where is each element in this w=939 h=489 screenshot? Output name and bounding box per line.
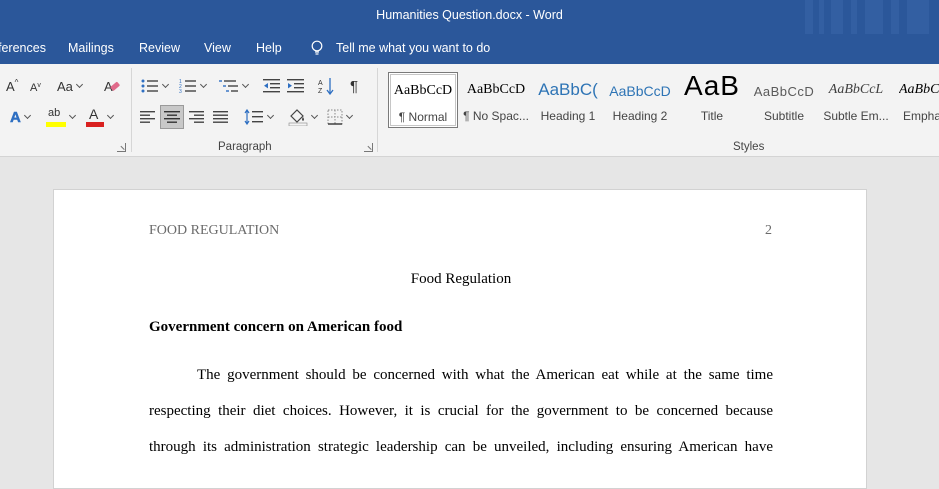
style-heading-2[interactable]: AaBbCcD Heading 2 bbox=[605, 72, 675, 128]
style-name: Heading 2 bbox=[612, 109, 668, 123]
line-spacing-icon bbox=[244, 109, 263, 125]
paragraph-group-label: Paragraph bbox=[218, 141, 272, 153]
style-name: Title bbox=[700, 109, 724, 123]
align-center-button[interactable] bbox=[160, 105, 184, 129]
align-right-icon bbox=[189, 111, 204, 123]
borders-icon bbox=[327, 109, 343, 125]
style-subtle-emphasis[interactable]: AaBbCcL Subtle Em... bbox=[821, 72, 891, 128]
shrink-font-icon: A bbox=[30, 82, 38, 94]
decrease-indent-icon bbox=[263, 79, 280, 93]
tab-references[interactable]: ferences bbox=[0, 41, 46, 55]
text-effects-icon: A bbox=[10, 108, 21, 126]
paragraph-line: respecting their diet choices. However, … bbox=[149, 403, 773, 419]
tab-help[interactable]: Help bbox=[256, 41, 282, 55]
change-case-button[interactable]: Aa bbox=[57, 75, 83, 97]
document-canvas[interactable]: FOOD REGULATION 2 Food Regulation Govern… bbox=[0, 157, 939, 489]
line-spacing-button[interactable] bbox=[244, 106, 275, 128]
title-bar: Humanities Question.docx - Word bbox=[0, 0, 939, 34]
font-color-icon: A bbox=[86, 106, 104, 127]
style-sample: AaBbCcD bbox=[753, 84, 815, 99]
running-head: FOOD REGULATION bbox=[149, 223, 280, 238]
styles-group-label: Styles bbox=[733, 141, 765, 153]
multilevel-list-button[interactable] bbox=[219, 75, 250, 97]
style-sample: AaB bbox=[684, 72, 740, 101]
change-case-icon: Aa bbox=[57, 78, 73, 94]
document-title: Food Regulation bbox=[410, 271, 512, 287]
align-left-button[interactable] bbox=[140, 106, 156, 128]
style-name: ¶ No Spac... bbox=[463, 109, 529, 123]
style-name: ¶ Normal bbox=[398, 110, 448, 124]
lightbulb-icon bbox=[311, 40, 323, 55]
show-formatting-button[interactable]: ¶ bbox=[350, 75, 358, 97]
align-right-button[interactable] bbox=[189, 106, 205, 128]
style-heading-1[interactable]: AaBbC( Heading 1 bbox=[533, 72, 603, 128]
align-left-icon bbox=[140, 111, 155, 123]
ribbon: A ^ Av Aa A A ab A 1 2 3 A Z ¶ Paragraph… bbox=[0, 64, 939, 157]
title-bar-decoration bbox=[799, 0, 939, 34]
tab-mailings[interactable]: Mailings bbox=[68, 41, 114, 55]
style-sample: AaBbCcL bbox=[899, 82, 939, 97]
style-sample: AaBbCcD bbox=[393, 83, 453, 98]
decrease-indent-button[interactable] bbox=[263, 75, 281, 97]
style-sample: AaBbC( bbox=[538, 80, 598, 99]
paragraph-line: The government should be concerned with … bbox=[197, 367, 773, 383]
numbering-button[interactable]: 1 2 3 bbox=[179, 75, 208, 97]
tab-view[interactable]: View bbox=[204, 41, 231, 55]
borders-button[interactable] bbox=[327, 106, 354, 128]
sort-icon: A Z bbox=[318, 78, 334, 95]
style-name: Subtle Em... bbox=[823, 109, 889, 123]
tab-review[interactable]: Review bbox=[139, 41, 180, 55]
highlighter-icon: ab bbox=[46, 107, 66, 127]
style-sample: AaBbCcD bbox=[609, 83, 671, 99]
paragraph-line: through its administration strategic lea… bbox=[149, 439, 773, 455]
shading-button[interactable] bbox=[288, 106, 319, 128]
style-sample: AaBbCcL bbox=[828, 82, 884, 97]
style-sample: AaBbCcD bbox=[466, 82, 526, 97]
page-number: 2 bbox=[765, 223, 772, 238]
style-name: Empha bbox=[903, 109, 939, 123]
grow-font-button[interactable]: A ^ bbox=[6, 75, 18, 97]
multilevel-list-icon bbox=[219, 80, 238, 92]
group-separator bbox=[377, 68, 378, 152]
style-normal[interactable]: AaBbCcD ¶ Normal bbox=[388, 72, 458, 128]
justify-icon bbox=[213, 111, 228, 123]
increase-indent-button[interactable] bbox=[287, 75, 305, 97]
numbered-list-icon: 1 2 3 bbox=[179, 79, 196, 94]
style-no-spacing[interactable]: AaBbCcD ¶ No Spac... bbox=[461, 72, 531, 128]
section-heading: Government concern on American food bbox=[149, 319, 403, 335]
font-color-button[interactable]: A bbox=[86, 106, 115, 128]
document-page[interactable]: FOOD REGULATION 2 Food Regulation Govern… bbox=[53, 189, 867, 489]
svg-text:A: A bbox=[318, 80, 323, 87]
pilcrow-icon: ¶ bbox=[350, 77, 359, 95]
style-subtitle[interactable]: AaBbCcD Subtitle bbox=[749, 72, 819, 128]
style-name: Subtitle bbox=[763, 109, 805, 123]
svg-text:3: 3 bbox=[179, 89, 182, 94]
paragraph-dialog-launcher[interactable] bbox=[364, 143, 373, 152]
tell-me-search[interactable]: Tell me what you want to do bbox=[336, 41, 490, 55]
highlight-color-button[interactable]: ab bbox=[46, 106, 77, 128]
style-emphasis[interactable]: AaBbCcL Empha bbox=[893, 72, 939, 128]
justify-button[interactable] bbox=[213, 106, 229, 128]
paint-bucket-icon bbox=[288, 109, 308, 126]
increase-indent-icon bbox=[287, 79, 304, 93]
style-title[interactable]: AaB Title bbox=[677, 72, 747, 128]
sort-button[interactable]: A Z bbox=[318, 75, 336, 97]
font-dialog-launcher[interactable] bbox=[117, 143, 126, 152]
shrink-font-button[interactable]: Av bbox=[30, 77, 41, 99]
style-name: Heading 1 bbox=[540, 109, 596, 123]
bullets-button[interactable] bbox=[141, 75, 170, 97]
align-center-icon bbox=[164, 111, 180, 123]
text-effects-button[interactable]: A bbox=[10, 106, 31, 128]
clear-formatting-icon: A bbox=[104, 79, 120, 94]
ribbon-tabs: ferences Mailings Review View Help Tell … bbox=[0, 34, 939, 64]
grow-font-icon: A bbox=[6, 78, 15, 94]
svg-text:Z: Z bbox=[318, 88, 323, 95]
group-separator bbox=[131, 68, 132, 152]
clear-formatting-button[interactable]: A bbox=[103, 75, 121, 97]
bullet-list-icon bbox=[141, 79, 158, 93]
